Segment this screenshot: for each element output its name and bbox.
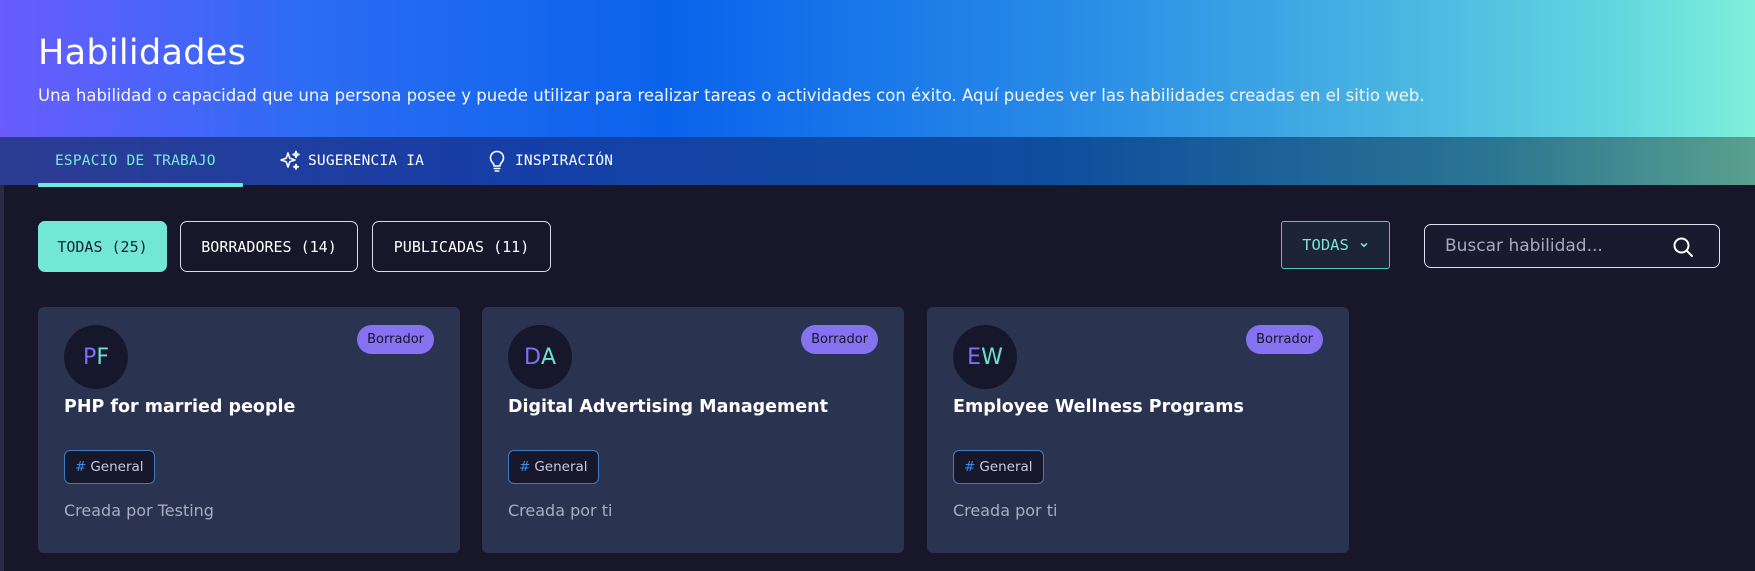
tab-espacio-de-trabajo[interactable]: ESPACIO DE TRABAJO	[55, 137, 216, 185]
creator-label: Creada por ti	[508, 501, 613, 520]
tab-sugerencia-ia[interactable]: SUGERENCIA IA	[278, 137, 424, 185]
chevron-down-icon	[1359, 240, 1369, 250]
avatar: PF	[64, 325, 128, 389]
skill-card[interactable]: PF Borrador PHP for married people # Gen…	[38, 307, 460, 553]
lightbulb-icon	[485, 149, 509, 173]
hash-icon: #	[519, 459, 531, 475]
filter-todas-button[interactable]: TODAS (25)	[38, 221, 167, 272]
creator-label: Creada por ti	[953, 501, 1058, 520]
active-tab-indicator	[38, 183, 243, 187]
avatar: EW	[953, 325, 1017, 389]
skill-title: PHP for married people	[64, 397, 296, 417]
search-input[interactable]	[1445, 236, 1675, 256]
status-badge: Borrador	[801, 325, 878, 354]
skill-card[interactable]: DA Borrador Digital Advertising Manageme…	[482, 307, 904, 553]
search-box	[1424, 224, 1720, 268]
category-tag[interactable]: # General	[508, 450, 599, 484]
page-header: Habilidades Una habilidad o capacidad qu…	[0, 0, 1755, 137]
tab-inspiracion[interactable]: INSPIRACIÓN	[485, 137, 613, 185]
tab-bar: ESPACIO DE TRABAJO SUGERENCIA IA INSPIRA…	[0, 137, 1755, 185]
skill-title: Digital Advertising Management	[508, 397, 828, 417]
hash-icon: #	[75, 459, 87, 475]
search-icon[interactable]	[1671, 235, 1695, 259]
tab-label: ESPACIO DE TRABAJO	[55, 153, 216, 169]
tag-label: General	[979, 459, 1033, 475]
status-badge: Borrador	[357, 325, 434, 354]
avatar: DA	[508, 325, 572, 389]
sparkle-icon	[278, 149, 302, 173]
status-badge: Borrador	[1246, 325, 1323, 354]
skill-title: Employee Wellness Programs	[953, 397, 1244, 417]
page-description: Una habilidad o capacidad que una person…	[38, 86, 1425, 105]
category-tag[interactable]: # General	[953, 450, 1044, 484]
status-dropdown[interactable]: TODAS	[1281, 221, 1390, 269]
page-title: Habilidades	[38, 33, 247, 73]
creator-label: Creada por Testing	[64, 501, 214, 520]
filter-publicadas-button[interactable]: PUBLICADAS (11)	[372, 221, 551, 272]
filter-borradores-button[interactable]: BORRADORES (14)	[180, 221, 358, 272]
skill-card[interactable]: EW Borrador Employee Wellness Programs #…	[927, 307, 1349, 553]
tab-label: INSPIRACIÓN	[515, 153, 614, 169]
tab-label: SUGERENCIA IA	[308, 153, 425, 169]
tag-label: General	[534, 459, 588, 475]
tag-label: General	[90, 459, 144, 475]
hash-icon: #	[964, 459, 976, 475]
dropdown-value: TODAS	[1302, 236, 1349, 254]
category-tag[interactable]: # General	[64, 450, 155, 484]
